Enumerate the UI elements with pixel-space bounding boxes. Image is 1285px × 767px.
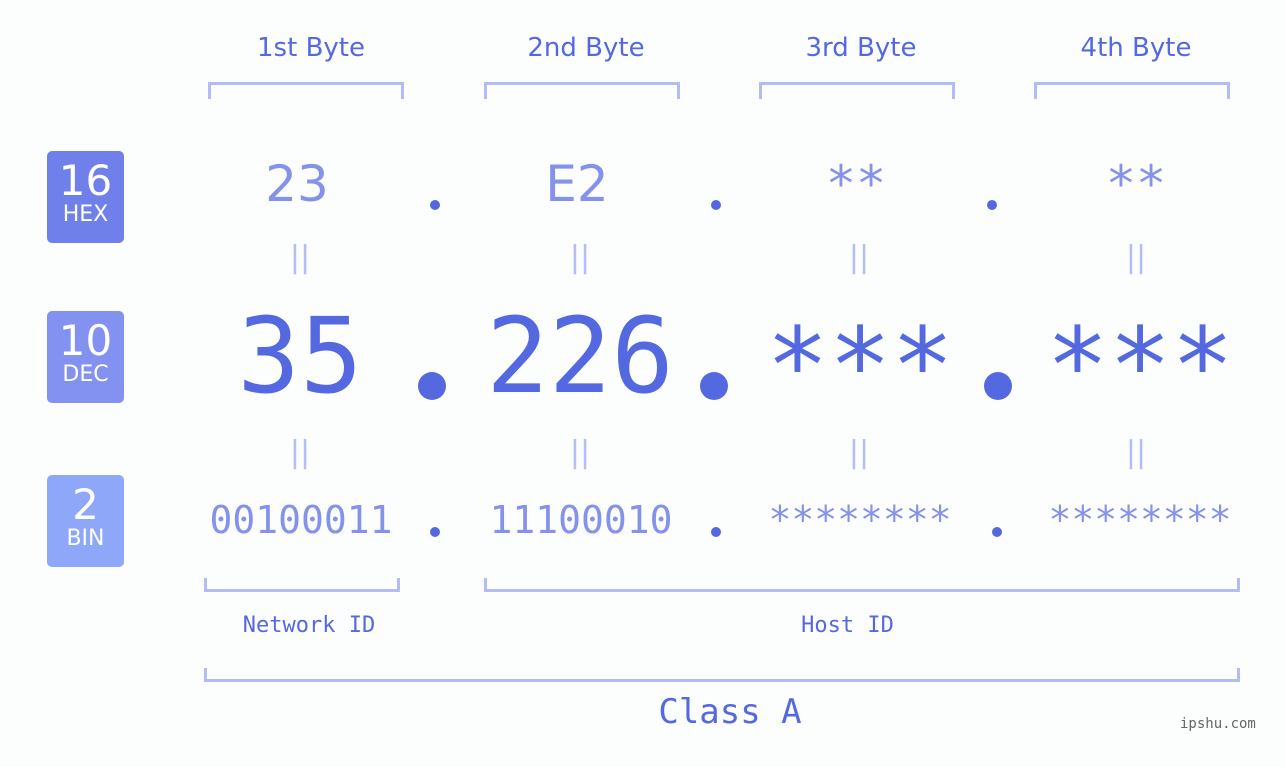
host-id-label: Host ID: [801, 613, 894, 638]
bin-badge-base: 2: [72, 480, 99, 529]
class-label: Class A: [658, 692, 802, 732]
dec-badge-label: DEC: [62, 362, 109, 387]
bin-badge-label: BIN: [66, 526, 105, 551]
hex-byte-2: E2: [545, 155, 609, 213]
watermark: ipshu.com: [1180, 716, 1256, 732]
byte-1-label: 1st Byte: [257, 33, 365, 63]
dec-dot-1: [418, 372, 446, 400]
equals-dec-bin-1: ||: [289, 435, 311, 470]
bin-byte-3: ********: [768, 498, 952, 542]
hex-dot-2: [711, 200, 721, 210]
byte-3-bracket: [759, 82, 955, 99]
equals-dec-bin-4: ||: [1125, 435, 1147, 470]
bin-dot-3: [992, 527, 1002, 537]
class-bracket: [204, 668, 1240, 682]
dec-byte-1: 35: [237, 295, 363, 417]
bin-byte-4: ********: [1048, 498, 1232, 542]
hex-badge-base: 16: [58, 156, 113, 205]
equals-hex-dec-2: ||: [569, 240, 591, 275]
byte-2-bracket: [484, 82, 680, 99]
hex-dot-3: [987, 200, 997, 210]
bin-dot-2: [711, 527, 721, 537]
equals-dec-bin-3: ||: [848, 435, 870, 470]
byte-1-bracket: [208, 82, 404, 99]
dec-byte-3: ***: [766, 305, 954, 427]
network-id-bracket: [204, 578, 400, 592]
bin-badge: 2 BIN: [47, 475, 124, 567]
hex-byte-3: **: [825, 155, 887, 213]
byte-3-label: 3rd Byte: [805, 33, 917, 63]
hex-badge-label: HEX: [62, 202, 109, 227]
equals-hex-dec-3: ||: [848, 240, 870, 275]
equals-hex-dec-1: ||: [289, 240, 311, 275]
equals-hex-dec-4: ||: [1125, 240, 1147, 275]
dec-dot-3: [984, 372, 1012, 400]
hex-byte-1: 23: [265, 155, 329, 213]
bin-byte-2: 11100010: [489, 498, 673, 542]
hex-badge: 16 HEX: [47, 151, 124, 243]
host-id-bracket: [484, 578, 1240, 592]
byte-4-bracket: [1034, 82, 1230, 99]
byte-4-label: 4th Byte: [1080, 33, 1192, 63]
dec-badge-base: 10: [58, 316, 113, 365]
dec-dot-2: [700, 372, 728, 400]
dec-badge: 10 DEC: [47, 311, 124, 403]
network-id-label: Network ID: [242, 613, 376, 638]
bin-dot-1: [430, 527, 440, 537]
hex-byte-4: **: [1105, 155, 1167, 213]
equals-dec-bin-2: ||: [569, 435, 591, 470]
bin-byte-1: 00100011: [209, 498, 393, 542]
dec-byte-2: 226: [486, 295, 674, 417]
hex-dot-1: [430, 200, 440, 210]
dec-byte-4: ***: [1046, 305, 1234, 427]
byte-2-label: 2nd Byte: [527, 33, 645, 63]
